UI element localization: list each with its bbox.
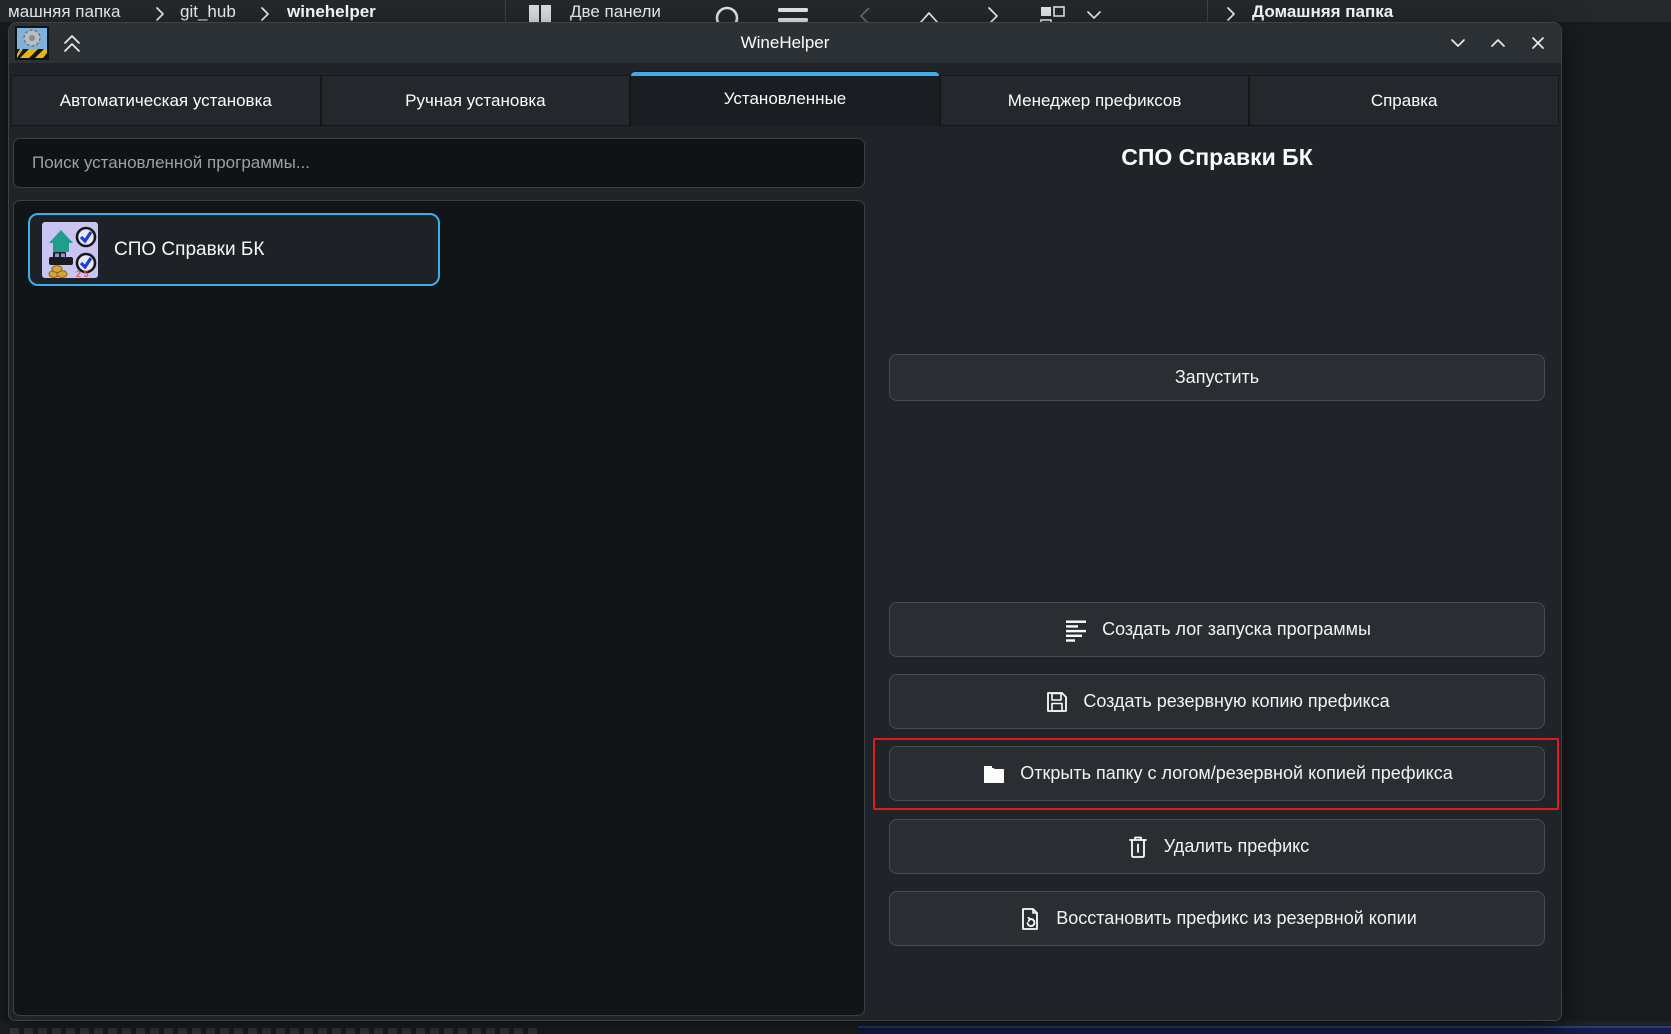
- open-folder-label: Открыть папку с логом/резервной копией п…: [1020, 763, 1453, 784]
- installed-programs-list: 2 5 СПО Справки БК: [13, 200, 865, 1016]
- breadcrumb-right-panel[interactable]: Домашняя папка: [1252, 2, 1393, 22]
- open-folder-button[interactable]: Открыть папку с логом/резервной копией п…: [889, 746, 1545, 801]
- list-item-spo-spravki[interactable]: 2 5 СПО Справки БК: [28, 213, 440, 286]
- tab-help[interactable]: Справка: [1249, 75, 1559, 126]
- statusbar-text-remnant: [10, 1028, 540, 1034]
- detail-title: СПО Справки БК: [889, 144, 1545, 171]
- trash-icon: [1125, 834, 1151, 860]
- forward-icon[interactable]: [984, 5, 1002, 22]
- titlebar[interactable]: WineHelper: [9, 23, 1561, 63]
- breadcrumb-segment[interactable]: машняя папка: [8, 2, 120, 22]
- tab-prefix-manager[interactable]: Менеджер префиксов: [940, 75, 1250, 126]
- delete-prefix-button[interactable]: Удалить префикс: [889, 819, 1545, 874]
- restore-prefix-label: Восстановить префикс из резервной копии: [1056, 908, 1417, 929]
- up-icon[interactable]: [918, 9, 940, 22]
- program-name: СПО Справки БК: [114, 239, 264, 261]
- split-view-icon: [528, 4, 552, 22]
- background-file-manager-toolbar: машняя папка git_hub winehelper Две пане…: [0, 0, 1671, 22]
- svg-text:2 5: 2 5: [76, 269, 89, 278]
- screen: { "background": { "breadcrumb_left": ["м…: [0, 0, 1671, 1034]
- view-mode-icon[interactable]: [1040, 6, 1066, 22]
- create-backup-button[interactable]: Создать резервную копию префикса: [889, 674, 1545, 729]
- background-selection-bar: [858, 1026, 1671, 1034]
- create-log-label: Создать лог запуска программы: [1102, 619, 1371, 640]
- tab-auto-install[interactable]: Автоматическая установка: [11, 75, 321, 126]
- panel-divider: [1207, 0, 1208, 22]
- hamburger-menu-icon[interactable]: [778, 7, 808, 22]
- close-icon[interactable]: [1529, 34, 1547, 52]
- winehelper-window: WineHelper Автоматическая установка Ручн…: [8, 22, 1562, 1021]
- tab-installed[interactable]: Установленные: [630, 71, 940, 126]
- chevron-down-icon[interactable]: [1086, 9, 1102, 21]
- search-icon[interactable]: [714, 5, 740, 22]
- run-button[interactable]: Запустить: [889, 354, 1545, 401]
- back-icon[interactable]: [856, 5, 874, 22]
- window-title: WineHelper: [9, 33, 1561, 53]
- chevron-right-icon: [153, 4, 167, 22]
- delete-prefix-label: Удалить префикс: [1164, 836, 1309, 857]
- toolbar-divider: [505, 0, 506, 22]
- breadcrumb-segment-current[interactable]: winehelper: [287, 2, 376, 22]
- create-backup-label: Создать резервную копию префикса: [1083, 691, 1389, 712]
- folder-icon: [981, 761, 1007, 787]
- search-input[interactable]: [13, 138, 865, 188]
- split-view-button[interactable]: Две панели: [570, 2, 661, 22]
- floppy-disk-icon: [1044, 689, 1070, 715]
- background-statusbar-strip: [0, 1021, 1671, 1034]
- maximize-icon[interactable]: [1489, 34, 1507, 52]
- minimize-icon[interactable]: [1449, 34, 1467, 52]
- tabbar: Автоматическая установка Ручная установк…: [9, 63, 1561, 126]
- tab-manual-install[interactable]: Ручная установка: [321, 75, 631, 126]
- breadcrumb-segment[interactable]: git_hub: [180, 2, 236, 22]
- chevron-right-icon: [258, 4, 272, 22]
- chevron-right-icon: [1224, 4, 1238, 22]
- create-log-button[interactable]: Создать лог запуска программы: [889, 602, 1545, 657]
- log-lines-icon: [1063, 617, 1089, 643]
- restore-file-icon: [1017, 906, 1043, 932]
- restore-prefix-button[interactable]: Восстановить префикс из резервной копии: [889, 891, 1545, 946]
- program-icon: 2 5: [42, 222, 98, 278]
- run-button-label: Запустить: [1175, 367, 1259, 388]
